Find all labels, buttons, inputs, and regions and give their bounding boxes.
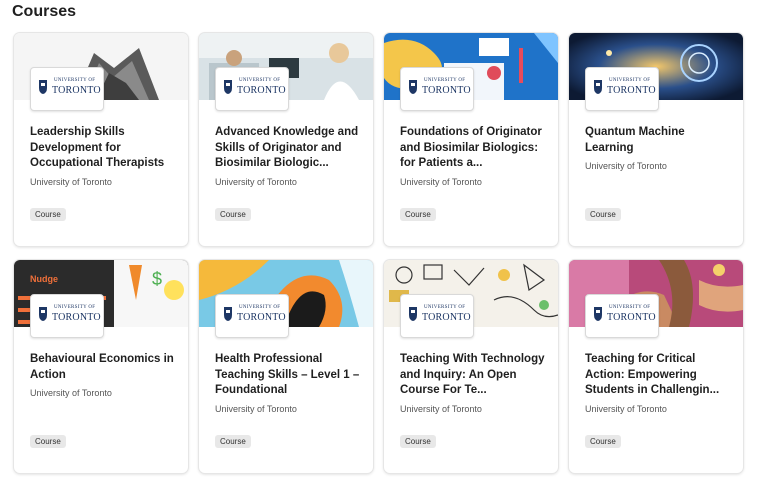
crest-icon (224, 80, 232, 94)
course-title[interactable]: Health Professional Teaching Skills – Le… (215, 352, 365, 399)
course-title[interactable]: Advanced Knowledge and Skills of Origina… (215, 125, 365, 172)
course-card[interactable]: UNIVERSITY OF TORONTO Teaching for Criti… (569, 260, 743, 473)
course-card[interactable]: UNIVERSITY OF TORONTO Health Professiona… (199, 260, 373, 473)
course-partner: University of Toronto (400, 404, 482, 414)
course-type-badge: Course (215, 208, 251, 221)
course-type-badge: Course (215, 435, 251, 448)
course-partner: University of Toronto (30, 388, 112, 398)
crest-icon (39, 80, 47, 94)
course-title[interactable]: Quantum Machine Learning (585, 125, 735, 156)
course-title[interactable]: Leadership Skills Development for Occupa… (30, 125, 180, 172)
university-logo: UNIVERSITY OF TORONTO (215, 294, 289, 338)
crest-icon (594, 80, 602, 94)
course-card[interactable]: UNIVERSITY OF TORONTO Quantum Machine Le… (569, 33, 743, 246)
course-type-badge: Course (400, 208, 436, 221)
course-partner: University of Toronto (585, 161, 667, 171)
course-card[interactable]: UNIVERSITY OF TORONTO Leadership Skills … (14, 33, 188, 246)
university-logo: UNIVERSITY OF TORONTO (30, 67, 104, 111)
course-card[interactable]: $ Nudge UNIVERSITY OF TORONTO Behavioura… (14, 260, 188, 473)
university-logo: UNIVERSITY OF TORONTO (400, 67, 474, 111)
course-card[interactable]: UNIVERSITY OF TORONTO Teaching With Tech… (384, 260, 558, 473)
page-title: Courses (12, 3, 77, 20)
crest-icon (594, 307, 602, 321)
course-title[interactable]: Foundations of Originator and Biosimilar… (400, 125, 550, 172)
course-card[interactable]: UNIVERSITY OF TORONTO Foundations of Ori… (384, 33, 558, 246)
crest-icon (409, 80, 417, 94)
course-partner: University of Toronto (585, 404, 667, 414)
university-logo: UNIVERSITY OF TORONTO (585, 67, 659, 111)
university-logo: UNIVERSITY OF TORONTO (30, 294, 104, 338)
course-type-badge: Course (400, 435, 436, 448)
course-card[interactable]: UNIVERSITY OF TORONTO Advanced Knowledge… (199, 33, 373, 246)
course-type-badge: Course (585, 208, 621, 221)
course-type-badge: Course (30, 435, 66, 448)
university-logo: UNIVERSITY OF TORONTO (400, 294, 474, 338)
course-grid: UNIVERSITY OF TORONTO Leadership Skills … (14, 33, 743, 473)
university-logo: UNIVERSITY OF TORONTO (585, 294, 659, 338)
crest-icon (224, 307, 232, 321)
course-partner: University of Toronto (215, 404, 297, 414)
course-partner: University of Toronto (215, 177, 297, 187)
course-type-badge: Course (585, 435, 621, 448)
course-type-badge: Course (30, 208, 66, 221)
svg-text:$: $ (152, 269, 162, 289)
university-logo: UNIVERSITY OF TORONTO (215, 67, 289, 111)
crest-icon (409, 307, 417, 321)
course-partner: University of Toronto (30, 177, 112, 187)
banner-text: Nudge (30, 274, 58, 284)
course-title[interactable]: Teaching for Critical Action: Empowering… (585, 352, 735, 399)
course-partner: University of Toronto (400, 177, 482, 187)
crest-icon (39, 307, 47, 321)
course-title[interactable]: Teaching With Technology and Inquiry: An… (400, 352, 550, 399)
course-title[interactable]: Behavioural Economics in Action (30, 352, 180, 383)
